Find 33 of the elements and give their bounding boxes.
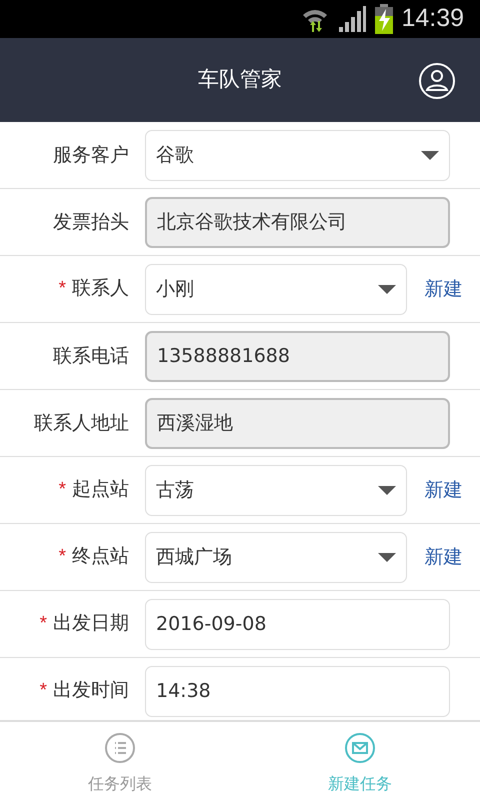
field-label: 发票抬头 — [53, 210, 129, 233]
new-link[interactable]: 新建 — [407, 274, 480, 304]
signal-icon — [337, 5, 368, 33]
field-label: 出发日期 — [53, 612, 129, 634]
select-field[interactable]: 谷歌 — [145, 130, 450, 180]
readonly-field: 西溪湿地 — [145, 398, 450, 448]
field-label: 联系人 — [72, 277, 129, 300]
field-label: 服务客户 — [53, 144, 129, 166]
new-link[interactable]: 新建 — [407, 542, 480, 572]
select-field[interactable]: 古荡 — [145, 464, 407, 516]
input-field[interactable]: 2016-09-08 — [145, 598, 450, 650]
field-label: 联系电话 — [53, 344, 129, 367]
battery-icon — [375, 4, 394, 34]
required-mark: * — [40, 680, 47, 702]
required-mark: * — [40, 613, 47, 634]
new-link[interactable]: 新建 — [407, 476, 480, 504]
readonly-field: 13588881688 — [145, 330, 450, 382]
required-mark: * — [58, 278, 66, 300]
select-field[interactable]: 小刚 — [145, 264, 407, 314]
field-label: 终点站 — [72, 545, 129, 568]
input-field[interactable]: 14:38 — [145, 666, 450, 716]
readonly-field: 北京谷歌技术有限公司 — [145, 196, 450, 248]
field-label: 起点站 — [72, 478, 129, 500]
field-label: 联系人地址 — [34, 412, 129, 434]
select-field[interactable]: 西城广场 — [145, 532, 407, 582]
field-label: 出发时间 — [53, 679, 129, 702]
required-mark: * — [58, 546, 66, 568]
envelope-icon — [344, 732, 376, 764]
clock-time: 14:39 — [401, 3, 464, 34]
list-icon — [104, 732, 136, 764]
app-title: 车队管家 — [198, 66, 282, 94]
profile-icon[interactable] — [418, 62, 456, 100]
required-mark: * — [58, 479, 66, 500]
